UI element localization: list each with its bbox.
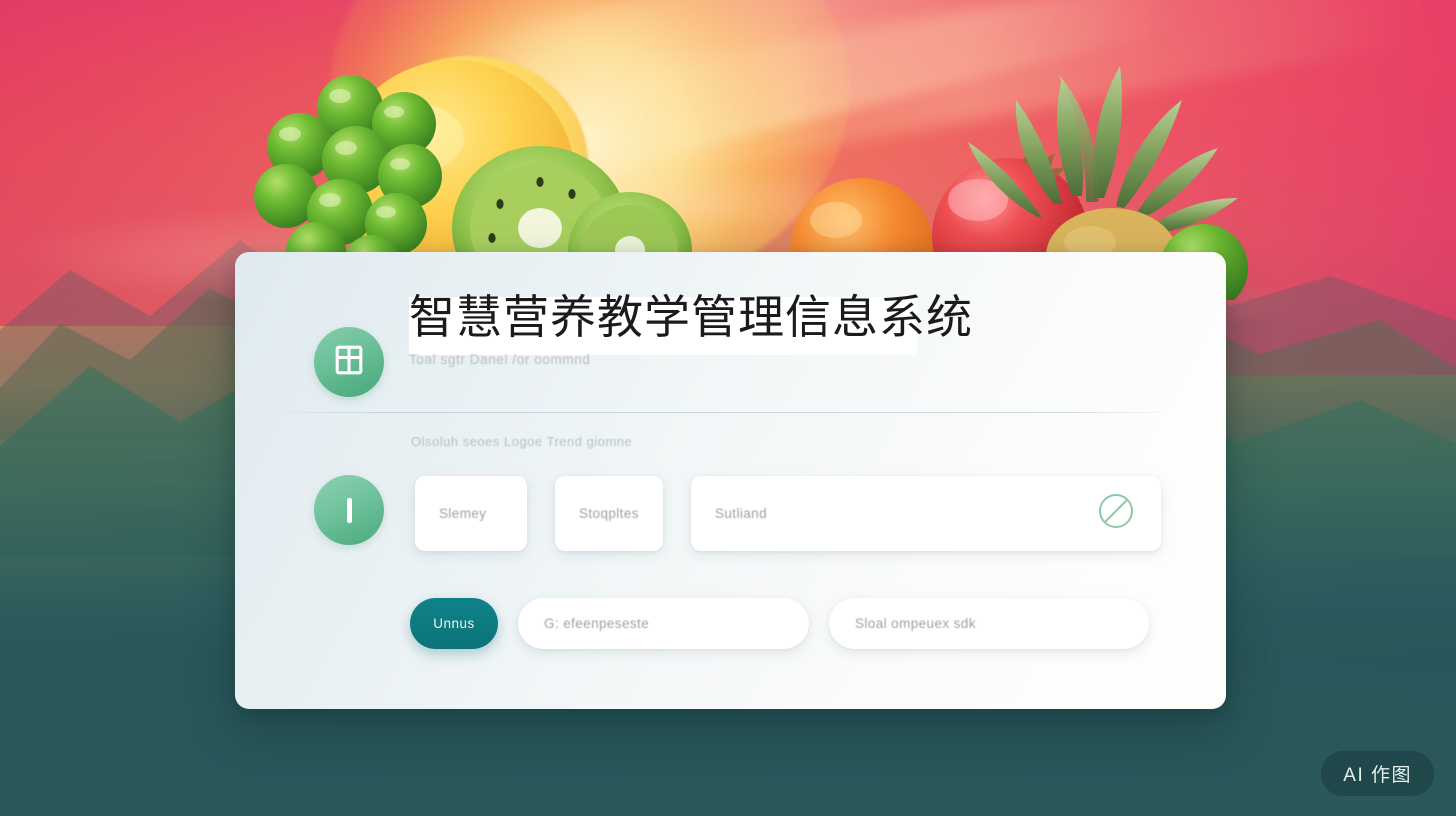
section-label: Olsoluh seoes Logoe Trend giomne: [411, 434, 633, 449]
window-grid-icon: [335, 345, 363, 380]
main-card: 智慧营养教学管理信息系统 Toal sgtr Danel /or oommnd …: [235, 252, 1226, 709]
action-field-1-text: G: efeenpeseste: [544, 616, 650, 631]
tile-card-1[interactable]: Slemey: [415, 476, 527, 551]
page-root: 智慧营养教学管理信息系统 Toal sgtr Danel /or oommnd …: [0, 0, 1456, 816]
page-title-wrap: 智慧营养教学管理信息系统: [409, 290, 973, 355]
ai-watermark-badge: AI 作图: [1321, 751, 1434, 796]
primary-action-button[interactable]: Unnus: [410, 598, 498, 649]
action-field-2[interactable]: Sloal ompeuex sdk: [829, 598, 1149, 649]
page-title: 智慧营养教学管理信息系统: [409, 291, 973, 343]
tile-card-3[interactable]: Sutliand: [691, 476, 1161, 551]
avatar[interactable]: [314, 475, 384, 545]
tile-card-2[interactable]: Stoqpltes: [555, 476, 663, 551]
prohibited-circle-icon[interactable]: [1097, 492, 1135, 535]
app-logo-badge[interactable]: [314, 327, 384, 397]
page-subtitle: Toal sgtr Danel /or oommnd: [409, 352, 591, 368]
tile-label: Stoqpltes: [579, 506, 639, 521]
tile-label: Slemey: [439, 506, 487, 521]
action-field-2-text: Sloal ompeuex sdk: [855, 616, 976, 631]
bar-glyph-icon: [346, 497, 352, 523]
action-field-1[interactable]: G: efeenpeseste: [518, 598, 809, 649]
card-header: 智慧营养教学管理信息系统 Toal sgtr Danel /or oommnd: [235, 252, 1226, 413]
actions-row: Unnus G: efeenpeseste Sloal ompeuex sdk: [410, 598, 1149, 649]
header-text-block: 智慧营养教学管理信息系统 Toal sgtr Danel /or oommnd: [409, 290, 1176, 367]
tiles-row: Slemey Stoqpltes Sutliand: [415, 476, 1161, 551]
tile-label: Sutliand: [715, 506, 767, 521]
header-divider: [281, 412, 1164, 413]
